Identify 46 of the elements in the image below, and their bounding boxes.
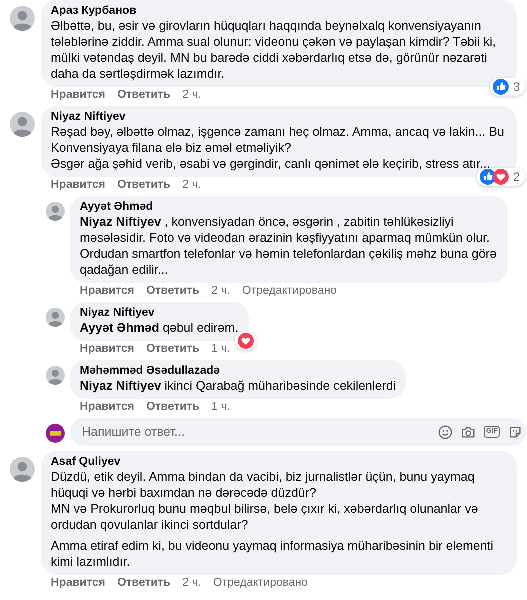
avatar-icon[interactable] — [46, 202, 65, 221]
comment-text: Niyaz Niftiyev ikinci Qarabağ müharibəsinde cekilenlerdi — [80, 378, 396, 394]
like-link[interactable]: Нравится — [51, 577, 106, 590]
comment-time[interactable]: 1 ч. — [212, 343, 230, 356]
avatar-icon[interactable] — [10, 6, 35, 31]
emoji-icon[interactable] — [438, 424, 454, 440]
comment-time[interactable]: 2 ч. — [182, 179, 202, 192]
avatar-icon[interactable] — [10, 112, 35, 137]
comment-time[interactable]: 2 ч. — [212, 285, 230, 298]
reply-link[interactable]: Ответить — [117, 179, 171, 192]
author-name[interactable]: Məhəmməd Əsədullazadə — [80, 364, 396, 378]
reaction-badge[interactable]: 2 — [477, 168, 525, 186]
camera-icon[interactable] — [461, 424, 476, 440]
author-name[interactable]: Niyaz Niftiyev — [51, 110, 507, 124]
edited-label: Отредактировано — [213, 577, 308, 590]
avatar-icon[interactable] — [10, 457, 35, 482]
comment-text: Düzdü, etik deyil. Amma bindan da vacibi, biz jurnalistlər üçün, bunu yaymaq hüquqi və hərbi baxımdan nə dərəcədə düzdür? MN və Prokurorluq bunu məqbul bilirsə, belə çıxır ki, xəbərdarlıq olunanlar və ordudan qovulanlar ikinci sortdular? — [51, 469, 480, 533]
like-link[interactable]: Нравится — [80, 285, 134, 298]
reaction-count: 3 — [513, 80, 520, 94]
reaction-badge[interactable]: 3 — [490, 78, 525, 96]
comment-text: Ayyət Əhməd qəbul edirəm. — [80, 320, 239, 336]
author-name[interactable]: Араз Курбанов — [51, 4, 507, 18]
reaction-badge[interactable] — [234, 332, 257, 350]
comment-time[interactable]: 2 ч. — [182, 577, 202, 590]
reply-link[interactable]: Ответить — [146, 401, 200, 414]
avatar-icon[interactable] — [46, 308, 65, 327]
edited-label: Отредактировано — [242, 285, 338, 298]
avatar-icon[interactable] — [46, 366, 65, 385]
comment-time[interactable]: 2 ч. — [182, 89, 202, 102]
like-link[interactable]: Нравится — [80, 343, 134, 356]
reply-link[interactable]: Ответить — [117, 577, 171, 590]
like-link[interactable]: Нравится — [80, 401, 134, 414]
sticker-icon[interactable] — [508, 424, 523, 440]
reply-link[interactable]: Ответить — [146, 343, 200, 356]
comment-text: Amma etiraf edim ki, bu videonu yaymaq informasiya müharibəsinin bir elementi kimi lazımlıdır. — [51, 538, 495, 570]
comment-time[interactable]: 1 ч. — [212, 401, 230, 414]
comment-text: Niyaz Niftiyev , konvensiyadan öncə, əsgərin , zabitin təhlükəsizliyi məsələsidir. Foto və videodan ərazinin kəşfiyyatını aparmaq mümkün olur. Ordudan smartfon telefonlar və həmin telefonlardan çəkiliş məhz buna görə qadağan edilir... — [80, 214, 498, 278]
like-link[interactable]: Нравится — [51, 179, 106, 192]
reply-link[interactable]: Ответить — [146, 285, 200, 298]
reaction-count: 2 — [513, 170, 520, 184]
author-name[interactable]: Asaf Quliyev — [51, 455, 507, 469]
reply-link[interactable]: Ответить — [117, 89, 171, 102]
author-name[interactable]: Ayyət Əhməd — [80, 200, 498, 214]
author-name[interactable]: Niyaz Niftiyev — [80, 306, 239, 320]
avatar-icon[interactable] — [46, 424, 65, 443]
like-link[interactable]: Нравится — [51, 89, 106, 102]
